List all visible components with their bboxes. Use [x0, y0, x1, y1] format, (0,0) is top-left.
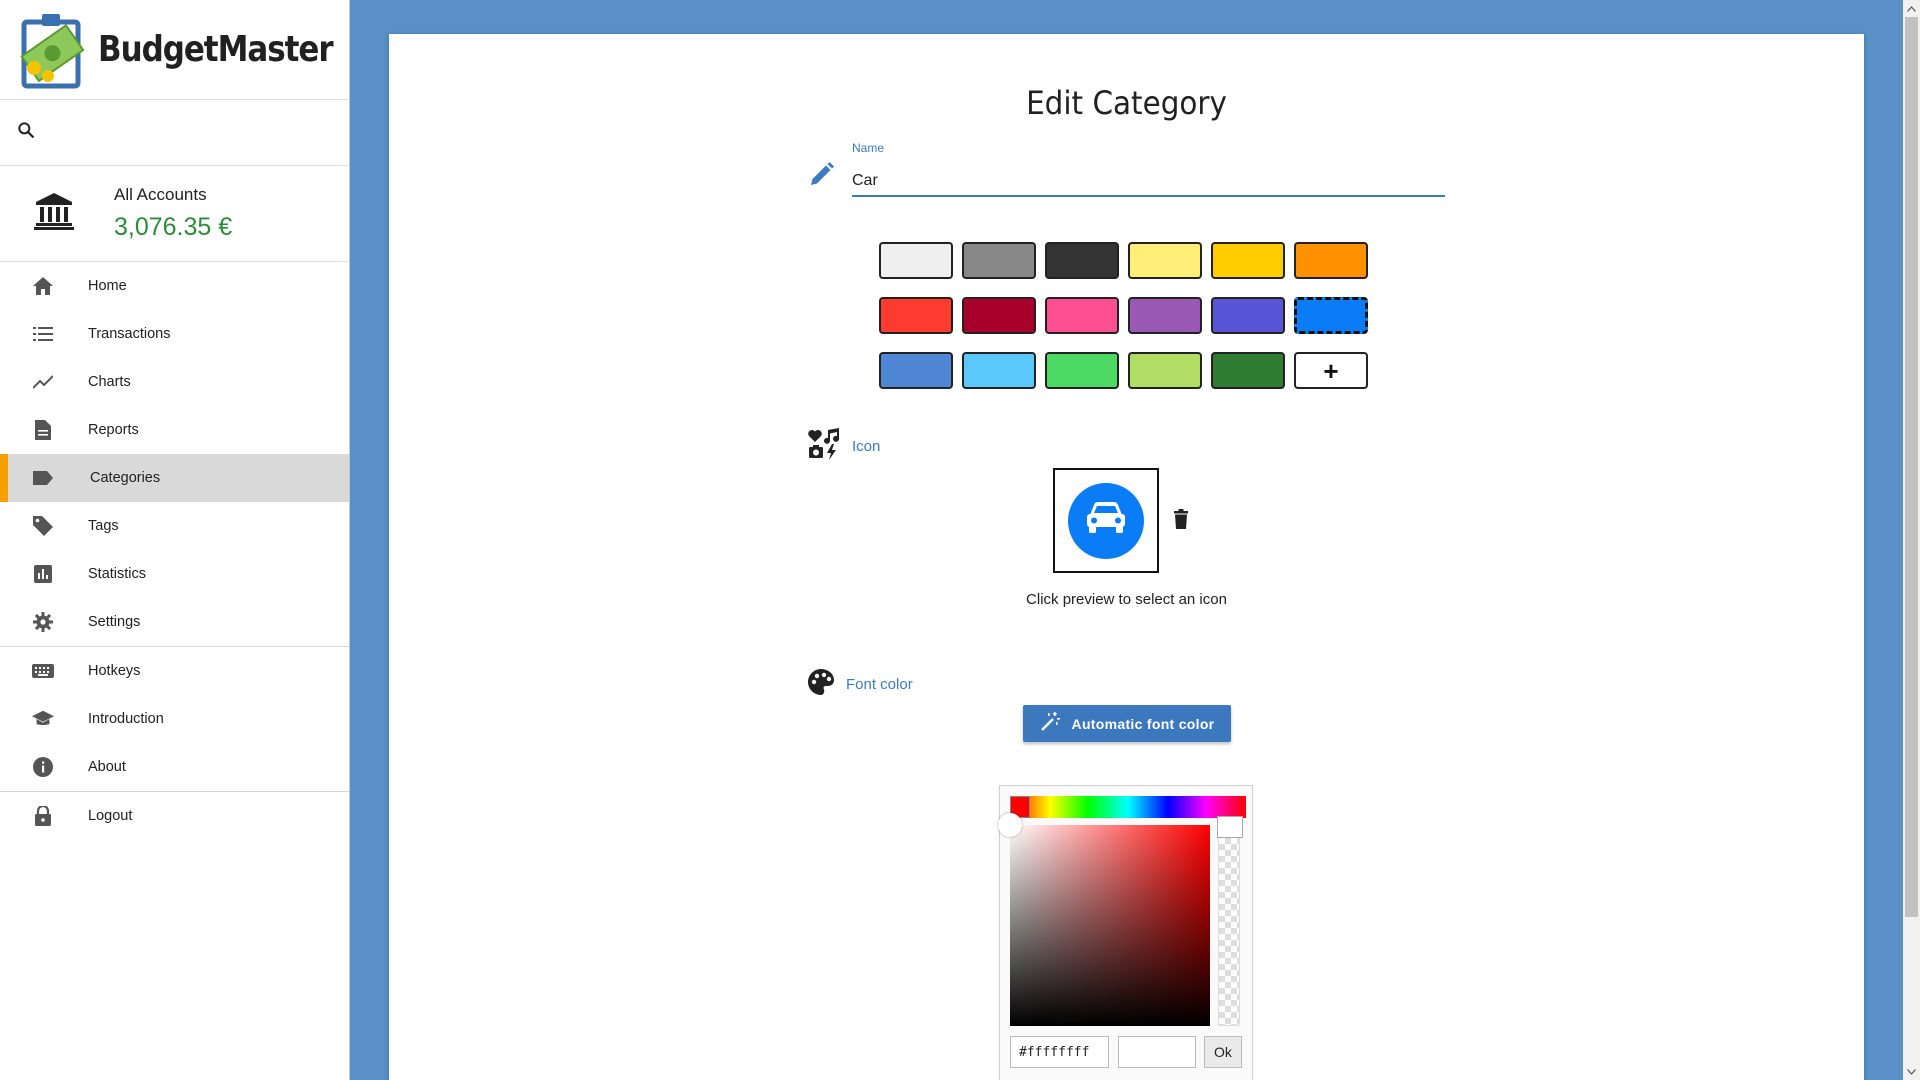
hue-slider[interactable]: [1010, 796, 1246, 818]
color-swatch[interactable]: [879, 242, 953, 279]
sidebar-item-home[interactable]: Home: [0, 262, 349, 310]
color-swatch[interactable]: [1211, 242, 1285, 279]
delete-icon-button[interactable]: [1174, 509, 1188, 534]
scroll-down-arrow[interactable]: [1903, 1063, 1920, 1080]
alpha-slider-handle[interactable]: [1217, 816, 1243, 838]
name-input[interactable]: [852, 167, 1445, 197]
sidebar-item-label: Introduction: [88, 711, 164, 727]
add-custom-color-button[interactable]: +: [1294, 352, 1368, 389]
sidebar-item-label: Transactions: [88, 326, 171, 342]
search-bar[interactable]: [0, 100, 349, 166]
sidebar-item-label: Reports: [88, 422, 139, 438]
icon-preview[interactable]: [1053, 468, 1159, 573]
graduation-cap-icon: [32, 708, 54, 730]
sidebar-item-hotkeys[interactable]: Hotkeys: [0, 647, 349, 695]
color-swatch[interactable]: [879, 352, 953, 389]
sidebar-item-label: Statistics: [88, 566, 147, 582]
alpha-slider[interactable]: [1217, 816, 1243, 1026]
sidebar-item-label: Charts: [88, 374, 131, 390]
edit-category-card: Edit Category Name +: [389, 34, 1864, 1080]
car-icon: [1085, 501, 1127, 540]
list-icon: [32, 323, 54, 345]
sidebar-item-charts[interactable]: Charts: [0, 358, 349, 406]
sidebar-item-introduction[interactable]: Introduction: [0, 695, 349, 743]
lock-icon: [32, 805, 54, 827]
color-swatch[interactable]: [1211, 352, 1285, 389]
sidebar-item-label: Categories: [90, 470, 161, 486]
home-icon: [32, 275, 54, 297]
color-swatch[interactable]: [1128, 352, 1202, 389]
icon-section-heading: Icon: [808, 428, 880, 465]
saturation-value-area[interactable]: [998, 813, 1210, 1026]
sidebar-item-logout[interactable]: Logout: [0, 792, 349, 840]
sidebar-item-label: Hotkeys: [88, 663, 141, 679]
icon-label: Icon: [852, 438, 881, 455]
automatic-font-color-button[interactable]: Automatic font color: [1023, 705, 1231, 742]
color-swatch[interactable]: [962, 352, 1036, 389]
sidebar-item-label: Settings: [88, 614, 141, 630]
label-icon: [32, 467, 54, 489]
color-swatches: +: [879, 242, 1368, 389]
color-picker: Ok: [998, 785, 1253, 1080]
line-chart-icon: [32, 371, 54, 393]
color-swatch[interactable]: [1211, 297, 1285, 334]
color-swatch[interactable]: [962, 242, 1036, 279]
name-label: Name: [852, 141, 885, 155]
sidebar-item-categories[interactable]: Categories: [0, 454, 349, 502]
budgetmaster-logo-icon: [20, 10, 86, 90]
picker-ok-button[interactable]: Ok: [1204, 1036, 1242, 1068]
color-preview-field[interactable]: [1118, 1036, 1196, 1068]
sidebar: BudgetMaster All Accounts 3,076.35 € Hom…: [0, 0, 350, 1080]
color-swatch[interactable]: [1294, 242, 1368, 279]
document-icon: [32, 419, 54, 441]
app-logo[interactable]: BudgetMaster: [0, 0, 349, 100]
color-swatch[interactable]: [962, 297, 1036, 334]
bar-chart-icon: [32, 563, 54, 585]
bank-icon: [34, 191, 74, 236]
sidebar-item-label: Logout: [88, 808, 133, 824]
account-balance: 3,076.35 €: [114, 213, 233, 241]
gear-icon: [32, 611, 54, 633]
search-icon[interactable]: [16, 120, 36, 145]
color-swatch-selected[interactable]: [1294, 297, 1368, 334]
icon-preview-hint: Click preview to select an icon: [1026, 591, 1227, 608]
account-name: All Accounts: [114, 185, 207, 204]
hex-color-input[interactable]: [1010, 1036, 1109, 1068]
color-swatch[interactable]: [1045, 352, 1119, 389]
sidebar-item-settings[interactable]: Settings: [0, 598, 349, 646]
icons-collection-icon: [808, 428, 840, 465]
account-selector[interactable]: All Accounts 3,076.35 €: [0, 166, 349, 262]
automatic-font-color-label: Automatic font color: [1071, 715, 1215, 732]
icon-preview-circle: [1068, 482, 1144, 559]
sidebar-item-tags[interactable]: Tags: [0, 502, 349, 550]
sidebar-item-label: Home: [88, 278, 127, 294]
font-color-heading: Font color: [808, 669, 913, 700]
keyboard-icon: [32, 660, 54, 682]
font-color-label: Font color: [846, 676, 913, 693]
color-swatch[interactable]: [1045, 242, 1119, 279]
color-swatch[interactable]: [879, 297, 953, 334]
page-scrollbar[interactable]: [1903, 0, 1920, 1080]
magic-wand-icon: [1040, 712, 1060, 735]
palette-icon: [808, 669, 834, 700]
sidebar-item-label: About: [88, 759, 126, 775]
sidebar-item-reports[interactable]: Reports: [0, 406, 349, 454]
sidebar-item-label: Tags: [88, 518, 119, 534]
sidebar-item-about[interactable]: About: [0, 743, 349, 791]
color-swatch[interactable]: [1128, 297, 1202, 334]
info-icon: [32, 756, 54, 778]
sidebar-item-statistics[interactable]: Statistics: [0, 550, 349, 598]
sidebar-item-transactions[interactable]: Transactions: [0, 310, 349, 358]
page-title: Edit Category: [1026, 84, 1227, 122]
app-name: BudgetMaster: [98, 29, 334, 70]
scroll-up-arrow[interactable]: [1903, 0, 1920, 17]
saturation-value-handle[interactable]: [998, 813, 1022, 837]
scrollbar-thumb[interactable]: [1905, 17, 1918, 917]
color-swatch[interactable]: [1128, 242, 1202, 279]
tag-icon: [32, 515, 54, 537]
pencil-icon: [808, 162, 838, 192]
color-swatch[interactable]: [1045, 297, 1119, 334]
